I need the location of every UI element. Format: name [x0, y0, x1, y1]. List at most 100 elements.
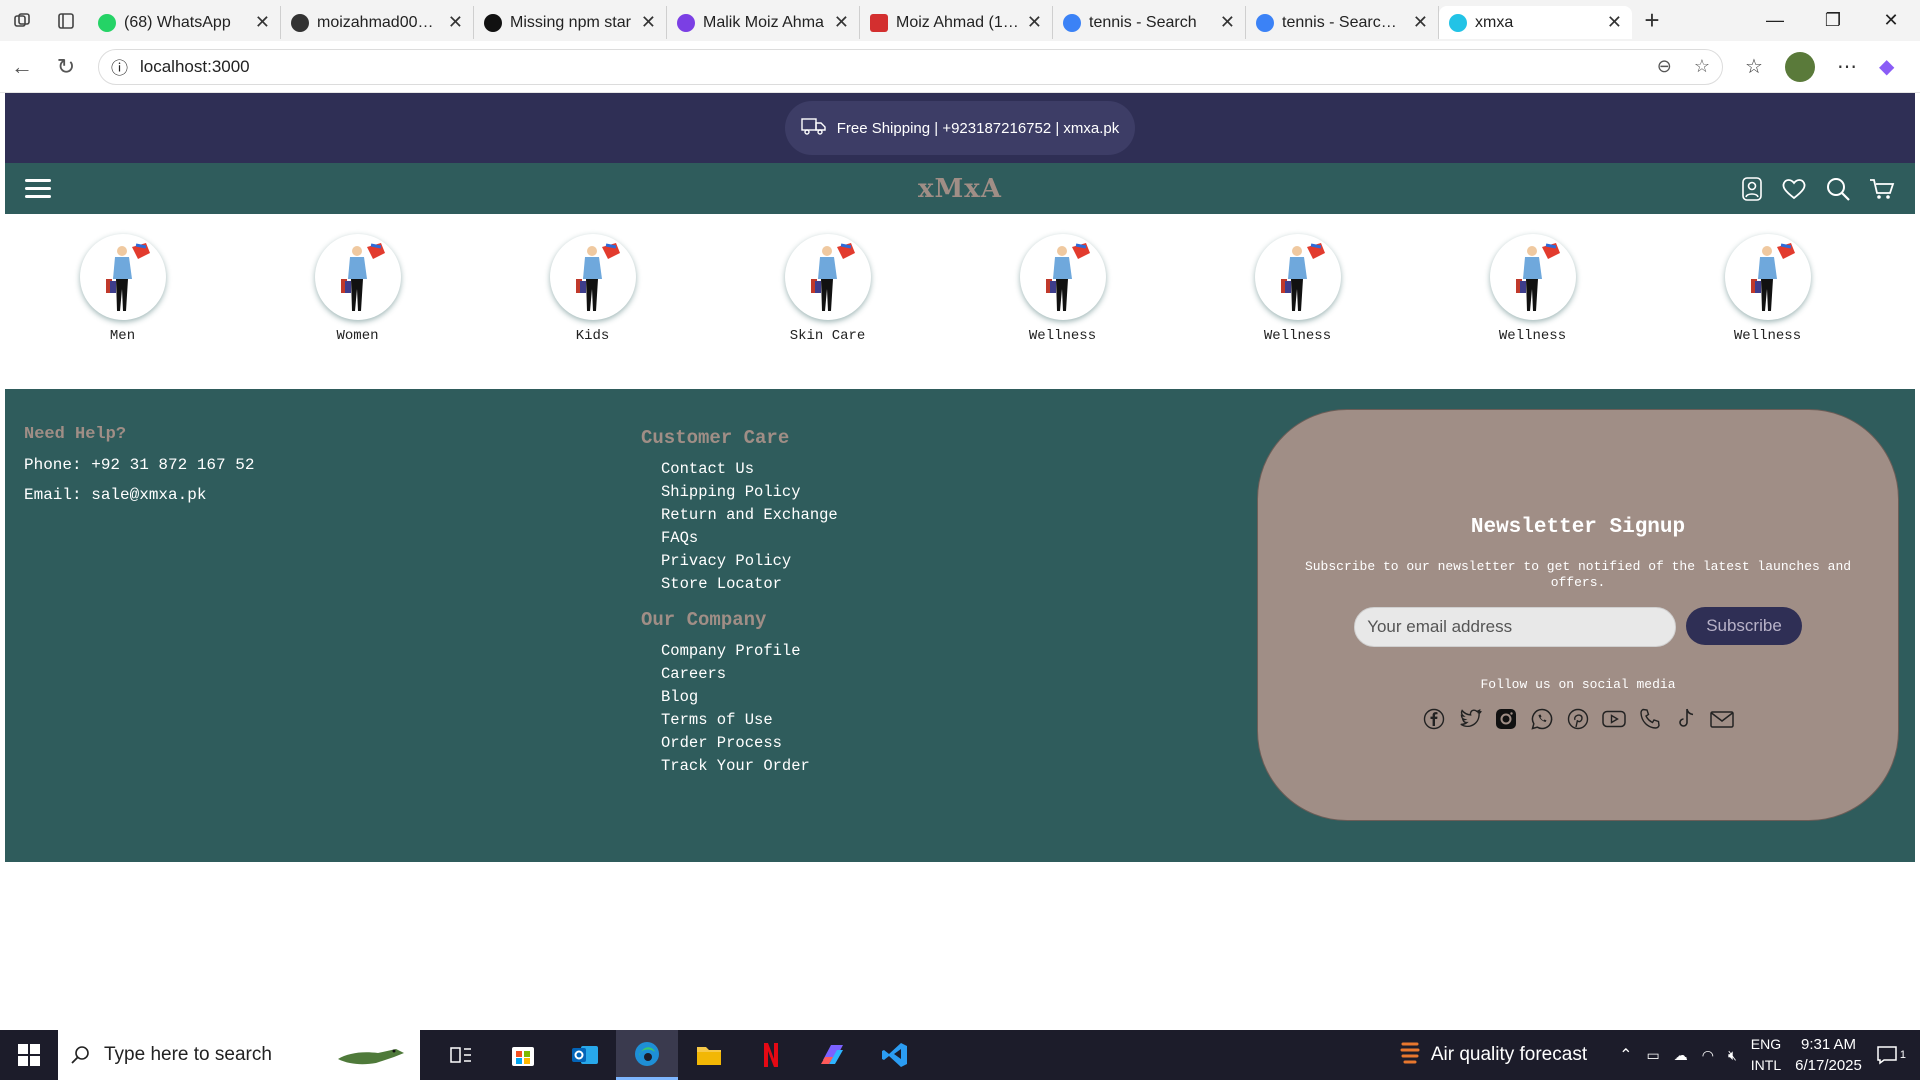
category-item[interactable]: Women: [240, 234, 475, 389]
minimize-button[interactable]: —: [1746, 10, 1804, 31]
footer-link[interactable]: Company Profile: [661, 643, 838, 660]
notifications-icon[interactable]: 1: [1876, 1045, 1906, 1065]
zoom-icon[interactable]: ⊖: [1657, 56, 1672, 77]
footer-link[interactable]: Privacy Policy: [661, 553, 838, 570]
close-icon[interactable]: ✕: [834, 12, 849, 33]
category-item[interactable]: Skin Care: [710, 234, 945, 389]
back-button[interactable]: ←: [0, 54, 44, 80]
browser-tab[interactable]: Malik Moiz Ahma ✕: [667, 6, 860, 39]
file-explorer-icon[interactable]: [678, 1030, 740, 1080]
language-indicator[interactable]: ENG INTL: [1751, 1034, 1781, 1076]
help-phone[interactable]: Phone: +92 31 872 167 52: [24, 456, 254, 474]
windows-start-icon[interactable]: [0, 1044, 58, 1066]
footer-link[interactable]: Return and Exchange: [661, 507, 838, 524]
footer-link[interactable]: Blog: [661, 689, 838, 706]
footer-link[interactable]: Terms of Use: [661, 712, 838, 729]
facebook-icon[interactable]: [1421, 706, 1447, 732]
tiktok-icon[interactable]: [1673, 706, 1699, 732]
category-item[interactable]: Wellness: [1415, 234, 1650, 389]
edge-browser-icon[interactable]: [616, 1030, 678, 1080]
footer-link[interactable]: Track Your Order: [661, 758, 838, 775]
browser-tab[interactable]: tennis - Search ✕: [1053, 6, 1246, 39]
volume-muted-icon[interactable]: 🔇︎: [1728, 1047, 1737, 1064]
task-view-icon[interactable]: [430, 1030, 492, 1080]
netflix-icon[interactable]: [740, 1030, 802, 1080]
footer-link[interactable]: Shipping Policy: [661, 484, 838, 501]
new-tab-button[interactable]: +: [1632, 5, 1672, 36]
chatgpt-icon: [484, 13, 502, 32]
footer-link[interactable]: Contact Us: [661, 461, 838, 478]
close-icon[interactable]: ✕: [448, 12, 463, 33]
camera-icon[interactable]: ▭: [1647, 1047, 1660, 1064]
restore-button[interactable]: ❐: [1804, 10, 1862, 31]
category-item[interactable]: Wellness: [1650, 234, 1885, 389]
follow-text: Follow us on social media: [1480, 677, 1676, 692]
mail-icon[interactable]: [1709, 706, 1735, 732]
category-item[interactable]: Wellness: [945, 234, 1180, 389]
truck-icon: [801, 116, 827, 140]
workspaces-icon[interactable]: [0, 0, 44, 41]
category-image: [549, 234, 636, 320]
email-field[interactable]: [1354, 607, 1677, 647]
cart-icon[interactable]: [1869, 177, 1895, 201]
close-icon[interactable]: ✕: [1413, 12, 1428, 33]
taskbar-apps: [430, 1030, 926, 1080]
microsoft-store-icon[interactable]: [492, 1030, 554, 1080]
twitter-icon[interactable]: [1457, 706, 1483, 732]
taskbar-search[interactable]: Type here to search: [58, 1030, 420, 1080]
whatsapp-icon[interactable]: [1529, 706, 1555, 732]
close-icon[interactable]: ✕: [1607, 12, 1622, 33]
close-icon[interactable]: ✕: [255, 12, 270, 33]
category-item[interactable]: Kids: [475, 234, 710, 389]
refresh-button[interactable]: ↻: [44, 54, 88, 80]
info-icon[interactable]: ⓘ: [111, 54, 128, 79]
browser-tab-active[interactable]: xmxa ✕: [1439, 6, 1632, 39]
tab-actions-icon[interactable]: [44, 0, 88, 41]
footer-link[interactable]: Store Locator: [661, 576, 838, 593]
close-icon[interactable]: ✕: [1027, 12, 1042, 33]
copilot-icon[interactable]: ◆: [1879, 54, 1894, 79]
phone-icon[interactable]: [1637, 706, 1663, 732]
tab-title: tennis - Search In: [1282, 13, 1405, 31]
footer-link[interactable]: FAQs: [661, 530, 838, 547]
chevron-up-icon[interactable]: ⌃: [1619, 1045, 1632, 1065]
category-item[interactable]: Men: [5, 234, 240, 389]
account-icon[interactable]: [1741, 176, 1763, 201]
browser-tab[interactable]: (68) WhatsApp ✕: [88, 6, 281, 39]
subscribe-button[interactable]: Subscribe: [1686, 607, 1802, 645]
close-icon[interactable]: ✕: [1220, 12, 1235, 33]
cloud-icon[interactable]: ☁: [1674, 1047, 1688, 1064]
outlook-icon[interactable]: [554, 1030, 616, 1080]
category-item[interactable]: Wellness: [1180, 234, 1415, 389]
microsoft-365-icon[interactable]: [802, 1030, 864, 1080]
tab-title: Malik Moiz Ahma: [703, 13, 824, 31]
browser-tab[interactable]: Missing npm star ✕: [474, 6, 667, 39]
wifi-icon[interactable]: ◠: [1702, 1047, 1714, 1064]
weather-widget[interactable]: Air quality forecast: [1399, 1042, 1587, 1068]
avatar[interactable]: [1784, 51, 1815, 82]
favorite-star-icon[interactable]: ☆: [1694, 56, 1710, 77]
clock[interactable]: 9:31 AM 6/17/2025: [1795, 1034, 1862, 1076]
vscode-icon[interactable]: [864, 1030, 926, 1080]
youtube-icon[interactable]: [1601, 706, 1627, 732]
category-label: Women: [336, 328, 379, 344]
footer-link[interactable]: Careers: [661, 666, 838, 683]
react-icon: [1449, 13, 1467, 32]
browser-tab[interactable]: moizahmad007 (M ✕: [281, 6, 474, 39]
browser-tab[interactable]: tennis - Search In ✕: [1246, 6, 1439, 39]
help-email[interactable]: Email: sale@xmxa.pk: [24, 486, 254, 504]
favorites-icon[interactable]: ☆: [1745, 54, 1763, 79]
wishlist-heart-icon[interactable]: [1781, 177, 1807, 201]
browser-tab[interactable]: Moiz Ahmad (1).p ✕: [860, 6, 1053, 39]
instagram-icon[interactable]: [1493, 706, 1519, 732]
close-icon[interactable]: ✕: [641, 12, 656, 33]
more-menu-icon[interactable]: ⋯: [1837, 54, 1857, 79]
tab-title: moizahmad007 (M: [317, 13, 440, 31]
search-icon[interactable]: [1825, 176, 1851, 202]
url-field[interactable]: ⓘ localhost:3000 ⊖ ☆: [98, 48, 1723, 85]
close-window-button[interactable]: ✕: [1862, 10, 1920, 31]
footer-link[interactable]: Order Process: [661, 735, 838, 752]
hamburger-menu-icon[interactable]: [25, 174, 51, 203]
pinterest-icon[interactable]: [1565, 706, 1591, 732]
site-logo[interactable]: xMxA: [918, 174, 1002, 204]
